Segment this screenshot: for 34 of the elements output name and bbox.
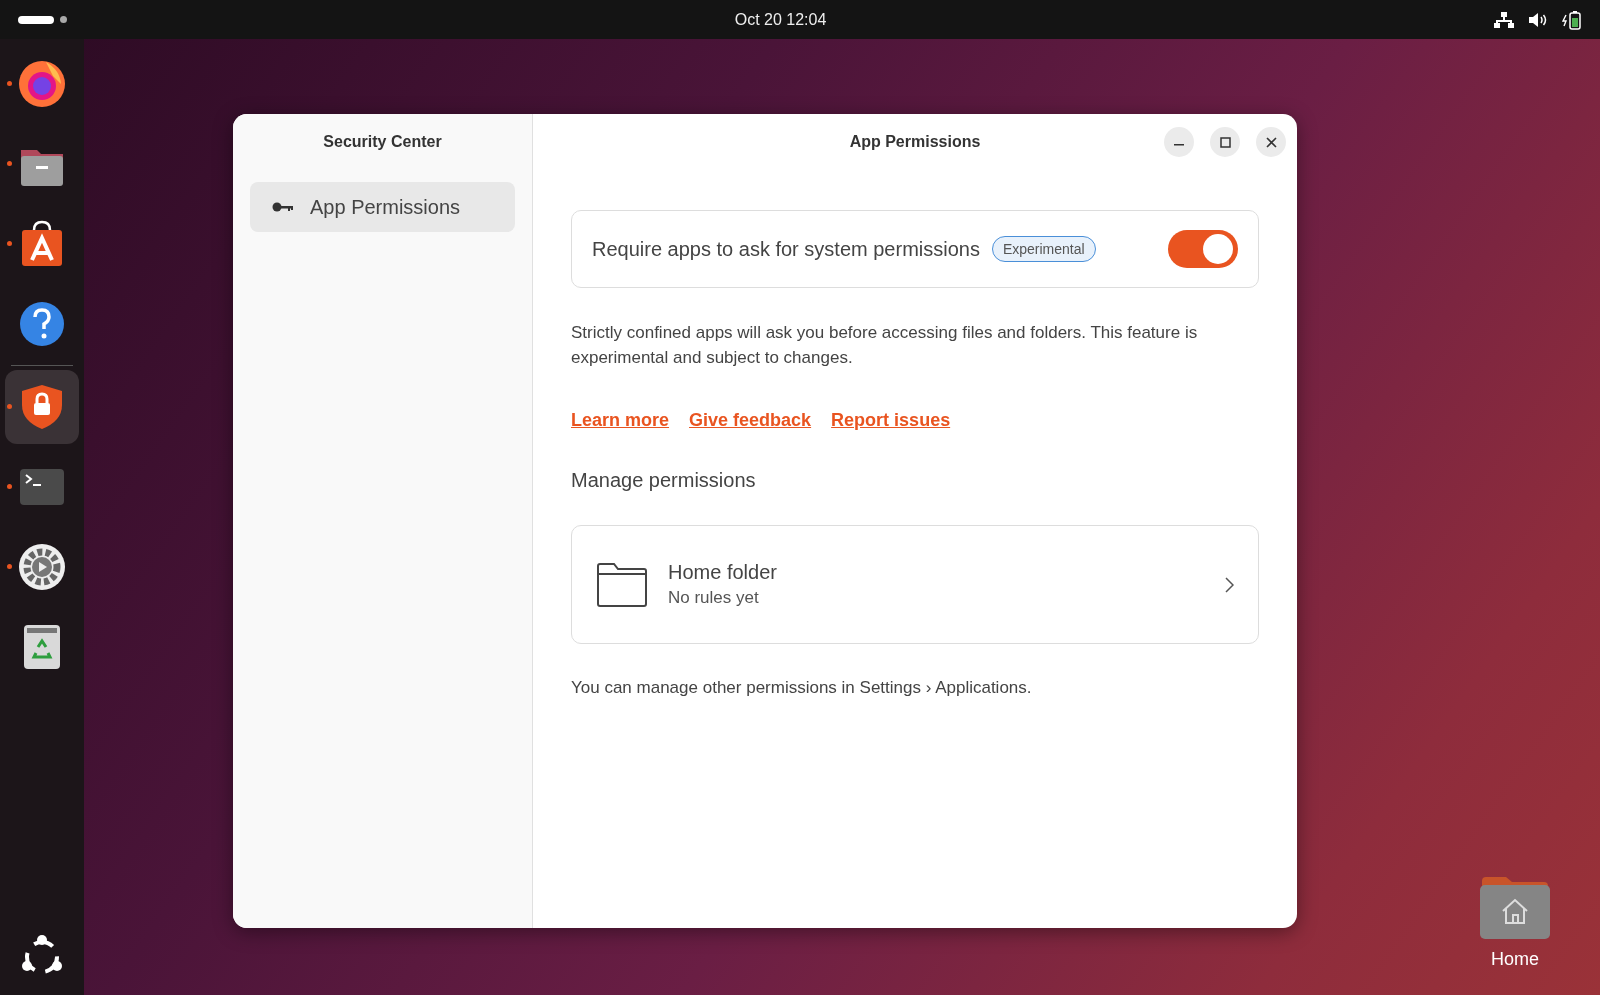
- browser-icon: [16, 58, 68, 110]
- volume-icon[interactable]: [1528, 11, 1548, 28]
- maximize-button[interactable]: [1210, 127, 1240, 157]
- link[interactable]: Give feedback: [689, 410, 812, 431]
- minimize-button[interactable]: [1164, 127, 1194, 157]
- clock[interactable]: Oct 20 12:04: [734, 10, 827, 29]
- link[interactable]: Report issues: [831, 410, 951, 431]
- dock-item[interactable]: [5, 370, 79, 444]
- link[interactable]: Learn more: [571, 410, 670, 431]
- permission-title: Home folder: [668, 561, 777, 584]
- chevron-right-icon: [1225, 576, 1234, 593]
- permission-row[interactable]: Home folder No rules yet: [571, 525, 1259, 644]
- workspace-indicator[interactable]: [18, 15, 67, 24]
- toggle-switch[interactable]: [1168, 230, 1238, 268]
- sidebar-item[interactable]: App Permissions: [250, 182, 515, 232]
- battery-icon[interactable]: [1562, 9, 1582, 30]
- gear-icon: [16, 541, 68, 593]
- close-button[interactable]: [1256, 127, 1286, 157]
- section-heading: Manage permissions: [571, 469, 757, 492]
- maximize-icon: [1219, 136, 1231, 148]
- description-text: Strictly confined apps will ask you before accessing files and folders. This feature is experimental and subject to changes.: [571, 322, 1199, 369]
- experimental-badge: Experimental: [991, 236, 1096, 262]
- folder-icon: [596, 561, 648, 608]
- network-icon[interactable]: [1494, 11, 1514, 28]
- desktop-icon-label[interactable]: Home: [1491, 949, 1539, 970]
- permission-subtitle: No rules yet: [668, 588, 760, 608]
- minimize-icon: [1174, 144, 1184, 146]
- home-folder-icon[interactable]: [1480, 875, 1550, 939]
- key-icon: [272, 201, 294, 213]
- window-title: App Permissions: [849, 133, 981, 151]
- sidebar-title: Security Center: [322, 132, 443, 152]
- close-icon: [1265, 136, 1277, 148]
- setting-label: Require apps to ask for system permissions: [592, 237, 980, 261]
- footer-note: You can manage other permissions in Settings › Applications.: [571, 678, 1033, 698]
